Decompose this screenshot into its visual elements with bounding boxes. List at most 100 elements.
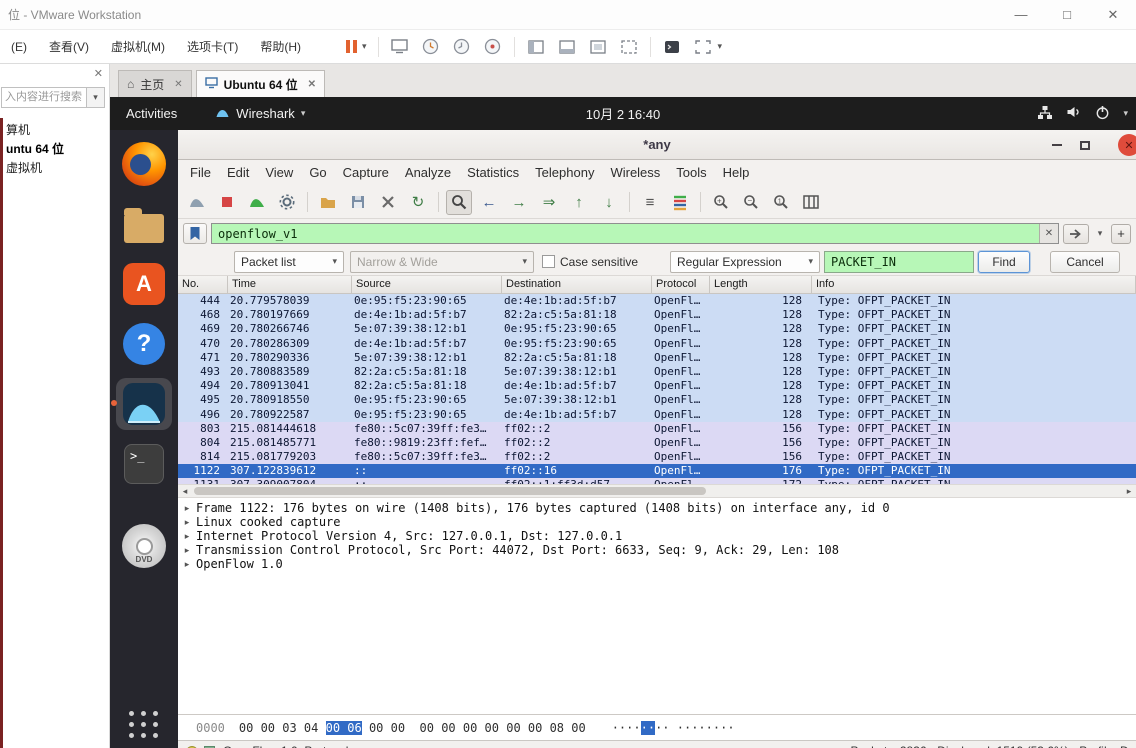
expand-arrow-icon[interactable]: ▸	[178, 529, 196, 543]
vmware-menu-item[interactable]: 虚拟机(M)	[100, 30, 176, 64]
wireshark-menu-item[interactable]: Wireless	[602, 160, 668, 186]
scroll-right-arrow-icon[interactable]: ▸	[1122, 486, 1136, 497]
dock-terminal[interactable]: >_	[116, 438, 172, 490]
sidebar-search-caret-icon[interactable]: ▾	[87, 87, 105, 108]
zoom-out-icon[interactable]: −	[738, 190, 764, 215]
hscroll-track[interactable]	[192, 485, 1122, 497]
vmware-menu-item[interactable]: 选项卡(T)	[176, 30, 249, 64]
wireshark-menu-item[interactable]: Help	[715, 160, 758, 186]
reload-icon[interactable]: ↻	[405, 190, 431, 215]
scroll-left-arrow-icon[interactable]: ◂	[178, 486, 192, 497]
detail-line[interactable]: ▸ Internet Protocol Version 4, Src: 127.0…	[178, 529, 1136, 543]
vm-fullscreen-icon[interactable]	[693, 36, 713, 58]
vmware-tree-item[interactable]: untu 64 位	[6, 140, 107, 159]
find-input[interactable]: PACKET_IN	[824, 250, 974, 273]
hscroll-thumb[interactable]	[194, 487, 706, 495]
vmware-close-button[interactable]: ✕	[1090, 0, 1136, 30]
filter-clear-icon[interactable]: ✕	[1039, 224, 1058, 243]
dock-wireshark[interactable]	[111, 378, 172, 430]
colorize-icon[interactable]	[667, 190, 693, 215]
vm-snapshot-take-icon[interactable]	[421, 36, 441, 58]
system-status-area[interactable]: ▾	[1037, 105, 1128, 123]
packet-list-hscrollbar[interactable]: ◂ ▸	[178, 484, 1136, 498]
detail-line[interactable]: ▸ OpenFlow 1.0	[178, 557, 1136, 571]
find-packet-icon[interactable]	[446, 189, 472, 215]
auto-scroll-icon[interactable]: ≡	[637, 190, 663, 215]
find-button[interactable]: Find	[978, 250, 1030, 273]
packet-row[interactable]: 804 215.081485771 fe80::9819:23ff:fef… ff02…	[178, 435, 1136, 451]
show-applications-button[interactable]	[129, 711, 159, 738]
vmware-menu-item[interactable]: 帮助(H)	[249, 30, 312, 64]
zoom-in-icon[interactable]: +	[708, 190, 734, 215]
column-header[interactable]: Source	[352, 276, 502, 293]
wireshark-titlebar[interactable]: *any ✕	[178, 130, 1136, 160]
save-file-icon[interactable]	[345, 190, 371, 215]
packet-row[interactable]: 803 215.081444618 fe80::5c07:39ff:fe3… ff02…	[178, 421, 1136, 436]
expand-arrow-icon[interactable]: ▸	[178, 515, 196, 529]
find-scope-select[interactable]: Packet list ▾	[234, 250, 344, 273]
go-to-top-icon[interactable]: ↑	[566, 190, 592, 215]
hex-dump-pane[interactable]: 0000 00 00 03 04 00 06 00 00 00 00 00 00…	[178, 714, 1136, 740]
tab-home-close-icon[interactable]: ✕	[174, 79, 182, 90]
packet-row[interactable]: 471 20.780290336 5e:07:39:38:12:b1 82:2a:c5…	[178, 350, 1136, 365]
column-header[interactable]: Time	[228, 276, 352, 293]
vmware-maximize-button[interactable]: □	[1044, 0, 1090, 30]
tab-home[interactable]: ⌂ 主页 ✕	[118, 70, 192, 97]
wireshark-menu-item[interactable]: Analyze	[397, 160, 459, 186]
filter-history-caret-icon[interactable]: ▾	[1093, 228, 1107, 239]
wireshark-close-button[interactable]: ✕	[1118, 134, 1136, 156]
wireshark-menu-item[interactable]: Go	[301, 160, 334, 186]
expand-arrow-icon[interactable]: ▸	[178, 543, 196, 557]
case-sensitive-checkbox[interactable]	[542, 255, 555, 268]
app-menu-button[interactable]: Wireshark ▾	[215, 106, 305, 122]
capture-stop-icon[interactable]	[214, 190, 240, 215]
wireshark-menu-item[interactable]: File	[182, 160, 219, 186]
packet-row[interactable]: 468 20.780197669 de:4e:1b:ad:5f:b7 82:2a:c5…	[178, 308, 1136, 323]
wireshark-menu-item[interactable]: Statistics	[459, 160, 527, 186]
detail-line[interactable]: ▸ Linux cooked capture	[178, 515, 1136, 529]
column-header[interactable]: Destination	[502, 276, 652, 293]
wireshark-menu-item[interactable]: Edit	[219, 160, 257, 186]
wireshark-menu-item[interactable]: Tools	[668, 160, 714, 186]
vm-show-thumbnails-icon[interactable]	[557, 36, 577, 58]
wireshark-maximize-button[interactable]	[1072, 130, 1098, 160]
vmware-menu-item[interactable]: (E)	[0, 30, 38, 64]
clock[interactable]: 10月 2 16:40	[586, 104, 660, 123]
column-header[interactable]: Info	[812, 276, 1136, 293]
dock-files[interactable]	[116, 198, 172, 250]
wireshark-menu-item[interactable]: Telephony	[527, 160, 602, 186]
packet-row[interactable]: 495 20.780918550 0e:95:f5:23:90:65 5e:07:39…	[178, 393, 1136, 408]
vm-console-view-icon[interactable]	[588, 36, 608, 58]
go-to-packet-icon[interactable]: ⇒	[536, 190, 562, 215]
vmware-minimize-button[interactable]: —	[998, 0, 1044, 30]
packet-row[interactable]: 493 20.780883589 82:2a:c5:5a:81:18 5e:07:39…	[178, 364, 1136, 380]
expand-arrow-icon[interactable]: ▸	[178, 501, 196, 515]
expand-arrow-icon[interactable]: ▸	[178, 557, 196, 571]
activities-button[interactable]: Activities	[110, 106, 193, 121]
dock-dvd[interactable]: DVD	[116, 520, 172, 572]
vmware-tree-item[interactable]: 算机	[6, 121, 107, 140]
packet-row[interactable]: 470 20.780286309 de:4e:1b:ad:5f:b7 0e:95:f5…	[178, 336, 1136, 351]
packet-row[interactable]: 814 215.081779203 fe80::5c07:39ff:fe3… ff02…	[178, 450, 1136, 465]
wireshark-menu-item[interactable]: View	[257, 160, 301, 186]
packet-row[interactable]: 469 20.780266746 5e:07:39:38:12:b1 0e:95:f5…	[178, 322, 1136, 337]
detail-line[interactable]: ▸ Frame 1122: 176 bytes on wire (1408 bit…	[178, 501, 1136, 515]
dock-firefox[interactable]	[116, 138, 172, 190]
resize-columns-icon[interactable]	[798, 190, 824, 215]
close-capture-icon[interactable]	[375, 190, 401, 215]
filter-bookmark-icon[interactable]	[183, 223, 207, 244]
vm-snapshot-manager-icon[interactable]	[483, 36, 503, 58]
detail-line[interactable]: ▸ Transmission Control Protocol, Src Port…	[178, 543, 1136, 557]
column-header[interactable]: Length	[710, 276, 812, 293]
cancel-button[interactable]: Cancel	[1050, 250, 1120, 273]
zoom-original-icon[interactable]: 1	[768, 190, 794, 215]
find-charset-select[interactable]: Narrow & Wide ▾	[350, 250, 534, 273]
dock-help[interactable]: ?	[116, 318, 172, 370]
go-forward-icon[interactable]: →	[506, 190, 532, 215]
packet-row[interactable]: 444 20.779578039 0e:95:f5:23:90:65 de:4e:1b…	[178, 294, 1136, 309]
column-header[interactable]: Protocol	[652, 276, 710, 293]
vmware-menu-item[interactable]: 查看(V)	[38, 30, 100, 64]
vm-ctrl-alt-del-icon[interactable]	[390, 36, 410, 58]
find-type-select[interactable]: Regular Expression ▾	[670, 250, 820, 273]
tab-ubuntu-vm[interactable]: Ubuntu 64 位 ✕	[195, 70, 326, 97]
